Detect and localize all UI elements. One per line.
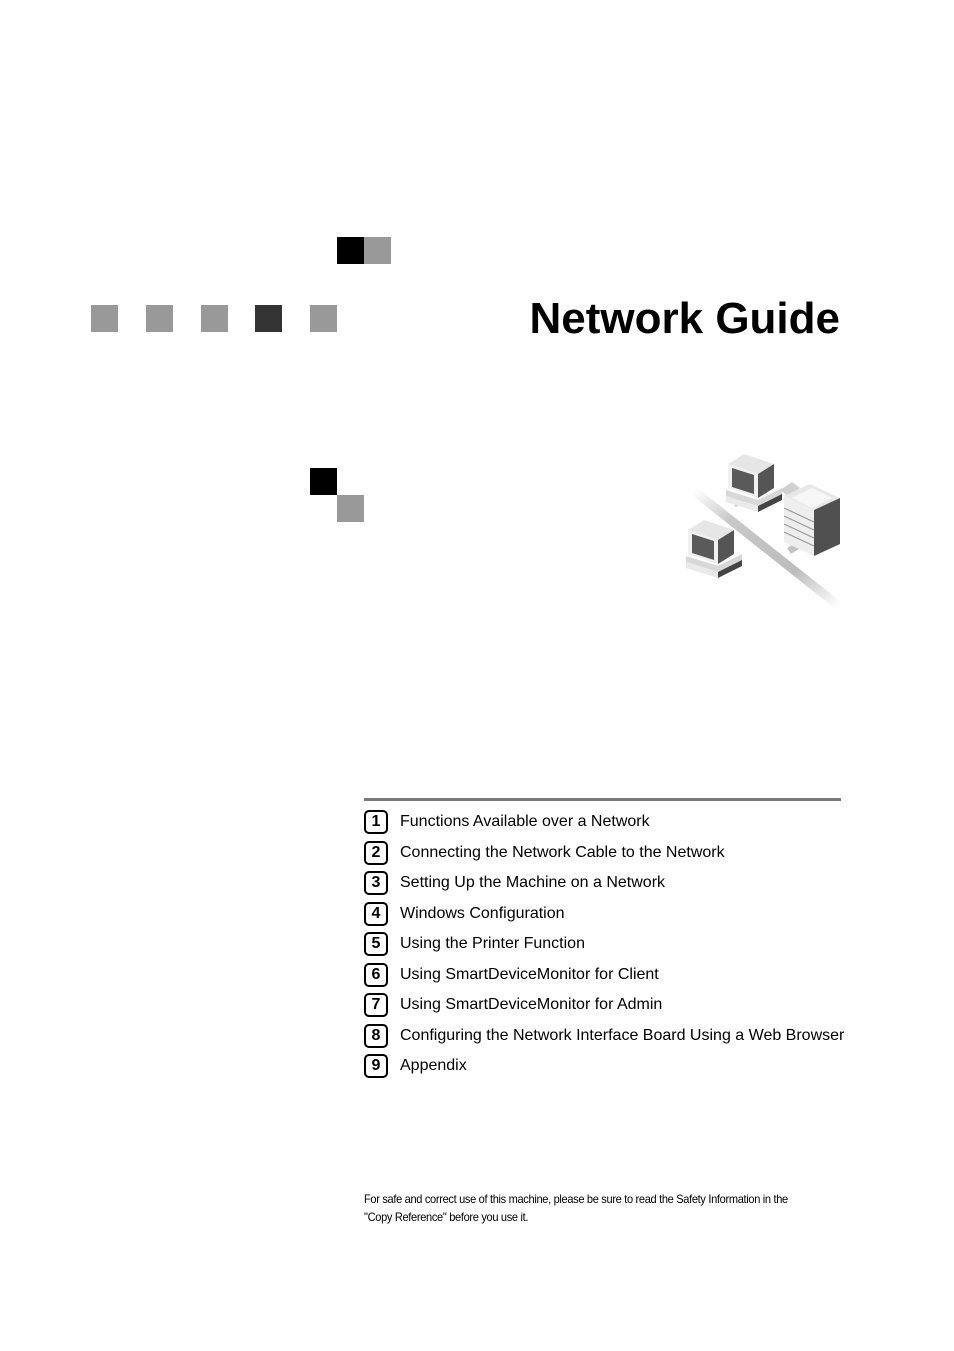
- chapter-number-badge: 7: [364, 993, 388, 1017]
- chapter-number-badge: 1: [364, 810, 388, 834]
- computer-icon: [686, 520, 742, 578]
- network-illustration-icon: [686, 454, 844, 611]
- chapter-number-badge: 2: [364, 840, 388, 865]
- toc-item[interactable]: 8 Configuring the Network Interface Boar…: [364, 1023, 854, 1055]
- toc-item-label: Connecting the Network Cable to the Netw…: [400, 843, 725, 861]
- toc-item[interactable]: 5 Using the Printer Function: [364, 932, 854, 963]
- toc-item-label: Windows Configuration: [400, 904, 565, 922]
- toc-item-label: Using the Printer Function: [400, 935, 585, 952]
- decorative-square-gray: [201, 305, 228, 332]
- chapter-number-badge: 5: [364, 932, 388, 956]
- toc-divider: [364, 798, 841, 801]
- chapter-number-badge: 3: [364, 871, 388, 895]
- printer-icon: [780, 482, 840, 556]
- toc-item-label: Setting Up the Machine on a Network: [400, 874, 666, 891]
- decorative-square-gray: [364, 237, 391, 264]
- toc-item-label: Using SmartDeviceMonitor for Admin: [400, 996, 663, 1013]
- toc-item-label: Appendix: [400, 1057, 467, 1074]
- chapter-number-badge: 4: [364, 901, 388, 926]
- decorative-square-gray: [91, 305, 118, 332]
- toc-item[interactable]: 3 Setting Up the Machine on a Network: [364, 871, 854, 902]
- safety-note-line: "Copy Reference" before you use it.: [364, 1210, 529, 1224]
- toc-item-label: Functions Available over a Network: [400, 813, 650, 830]
- toc-item-label: Using SmartDeviceMonitor for Client: [400, 965, 659, 983]
- decorative-square-black: [337, 237, 364, 264]
- toc-item[interactable]: 9 Appendix: [364, 1054, 854, 1085]
- toc-item[interactable]: 2 Connecting the Network Cable to the Ne…: [364, 840, 854, 872]
- decorative-square-gray: [310, 305, 337, 332]
- safety-note: For safe and correct use of this machine…: [364, 1190, 852, 1226]
- toc-item[interactable]: 1 Functions Available over a Network: [364, 810, 854, 841]
- toc-item[interactable]: 6 Using SmartDeviceMonitor for Client: [364, 962, 854, 994]
- toc-item[interactable]: 4 Windows Configuration: [364, 901, 854, 933]
- safety-note-line: For safe and correct use of this machine…: [364, 1192, 788, 1206]
- chapter-number-badge: 9: [364, 1054, 388, 1078]
- decorative-square-gray: [146, 305, 173, 332]
- decorative-square-gray: [337, 495, 364, 522]
- toc-item-label: Configuring the Network Interface Board …: [400, 1026, 845, 1044]
- page-title: Network Guide: [529, 294, 841, 343]
- chapter-number-badge: 6: [364, 962, 388, 987]
- chapter-number-badge: 8: [364, 1023, 388, 1048]
- decorative-square-black: [310, 468, 337, 495]
- computer-icon: [726, 454, 782, 512]
- toc-item[interactable]: 7 Using SmartDeviceMonitor for Admin: [364, 993, 854, 1024]
- decorative-square-dark: [255, 305, 282, 332]
- table-of-contents: 1 Functions Available over a Network 2 C…: [364, 810, 854, 1085]
